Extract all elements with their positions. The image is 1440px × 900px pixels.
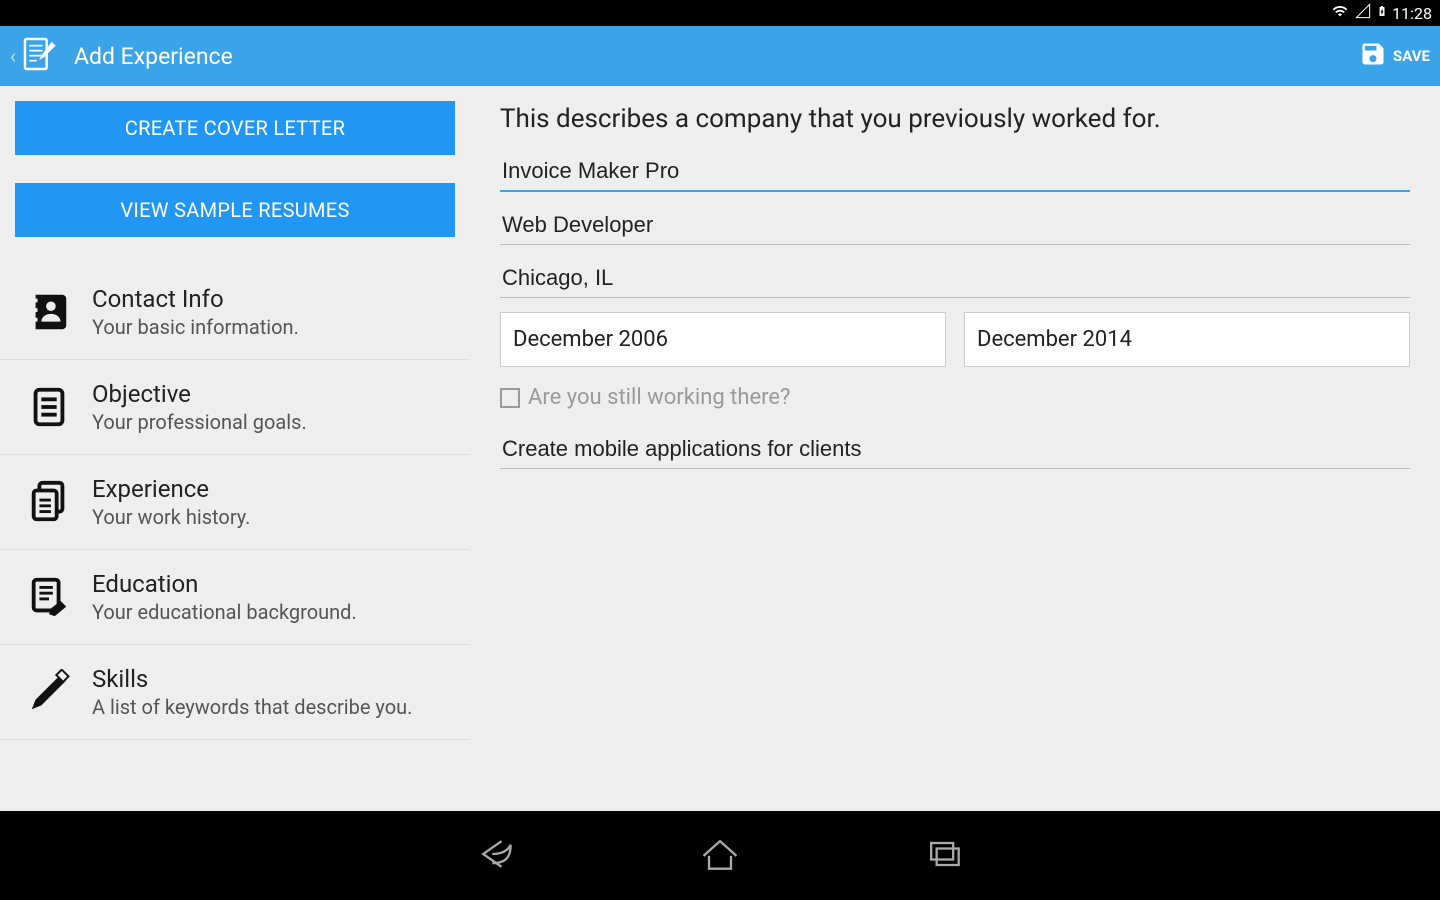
start-date-field[interactable]: December 2006 bbox=[500, 312, 946, 367]
battery-icon bbox=[1376, 2, 1388, 24]
contact-book-icon bbox=[24, 287, 74, 337]
still-working-label: Are you still working there? bbox=[528, 385, 790, 410]
save-button[interactable]: SAVE bbox=[1359, 40, 1430, 72]
sidebar-item-skills[interactable]: Skills A list of keywords that describe … bbox=[0, 645, 470, 740]
back-chevron-icon[interactable]: ‹ bbox=[10, 44, 16, 68]
save-disk-icon bbox=[1359, 40, 1387, 72]
content-area: CREATE COVER LETTER VIEW SAMPLE RESUMES … bbox=[0, 86, 1440, 811]
sidebar-item-label: Education bbox=[92, 570, 357, 598]
create-cover-letter-button[interactable]: CREATE COVER LETTER bbox=[15, 101, 455, 155]
company-input[interactable] bbox=[500, 152, 1410, 192]
edit-page-icon[interactable] bbox=[20, 34, 60, 78]
save-label: SAVE bbox=[1393, 47, 1430, 65]
sidebar-item-experience[interactable]: Experience Your work history. bbox=[0, 455, 470, 550]
home-nav-icon[interactable] bbox=[698, 832, 742, 880]
android-status-bar: 11:28 bbox=[0, 0, 1440, 26]
sidebar-item-subtitle: Your professional goals. bbox=[92, 410, 307, 434]
android-nav-bar bbox=[0, 811, 1440, 900]
main-form: This describes a company that you previo… bbox=[470, 86, 1440, 811]
action-bar: ‹ Add Experience SAVE bbox=[0, 26, 1440, 86]
description-input[interactable] bbox=[500, 430, 1410, 469]
sidebar-item-label: Skills bbox=[92, 665, 412, 693]
sidebar-item-label: Contact Info bbox=[92, 285, 299, 313]
status-time: 11:28 bbox=[1392, 4, 1432, 23]
sidebar-item-label: Experience bbox=[92, 475, 250, 503]
form-heading: This describes a company that you previo… bbox=[500, 104, 1410, 134]
recents-nav-icon[interactable] bbox=[922, 832, 966, 880]
sidebar-item-subtitle: A list of keywords that describe you. bbox=[92, 695, 412, 719]
sidebar-item-subtitle: Your work history. bbox=[92, 505, 250, 529]
pencil-icon bbox=[24, 667, 74, 717]
sidebar-item-education[interactable]: Education Your educational background. bbox=[0, 550, 470, 645]
signal-icon bbox=[1354, 3, 1372, 23]
sidebar-item-objective[interactable]: Objective Your professional goals. bbox=[0, 360, 470, 455]
position-input[interactable] bbox=[500, 206, 1410, 245]
sidebar: CREATE COVER LETTER VIEW SAMPLE RESUMES … bbox=[0, 86, 470, 811]
documents-stack-icon bbox=[24, 477, 74, 527]
still-working-row: Are you still working there? bbox=[500, 385, 1410, 410]
location-input[interactable] bbox=[500, 259, 1410, 298]
page-title: Add Experience bbox=[74, 43, 1359, 70]
still-working-checkbox[interactable] bbox=[500, 388, 520, 408]
sidebar-item-subtitle: Your basic information. bbox=[92, 315, 299, 339]
wifi-icon bbox=[1330, 3, 1350, 23]
document-icon bbox=[24, 382, 74, 432]
document-edit-icon bbox=[24, 572, 74, 622]
end-date-field[interactable]: December 2014 bbox=[964, 312, 1410, 367]
sidebar-item-label: Objective bbox=[92, 380, 307, 408]
view-sample-resumes-button[interactable]: VIEW SAMPLE RESUMES bbox=[15, 183, 455, 237]
back-nav-icon[interactable] bbox=[474, 832, 518, 880]
sidebar-item-subtitle: Your educational background. bbox=[92, 600, 357, 624]
sidebar-item-contact-info[interactable]: Contact Info Your basic information. bbox=[0, 265, 470, 360]
